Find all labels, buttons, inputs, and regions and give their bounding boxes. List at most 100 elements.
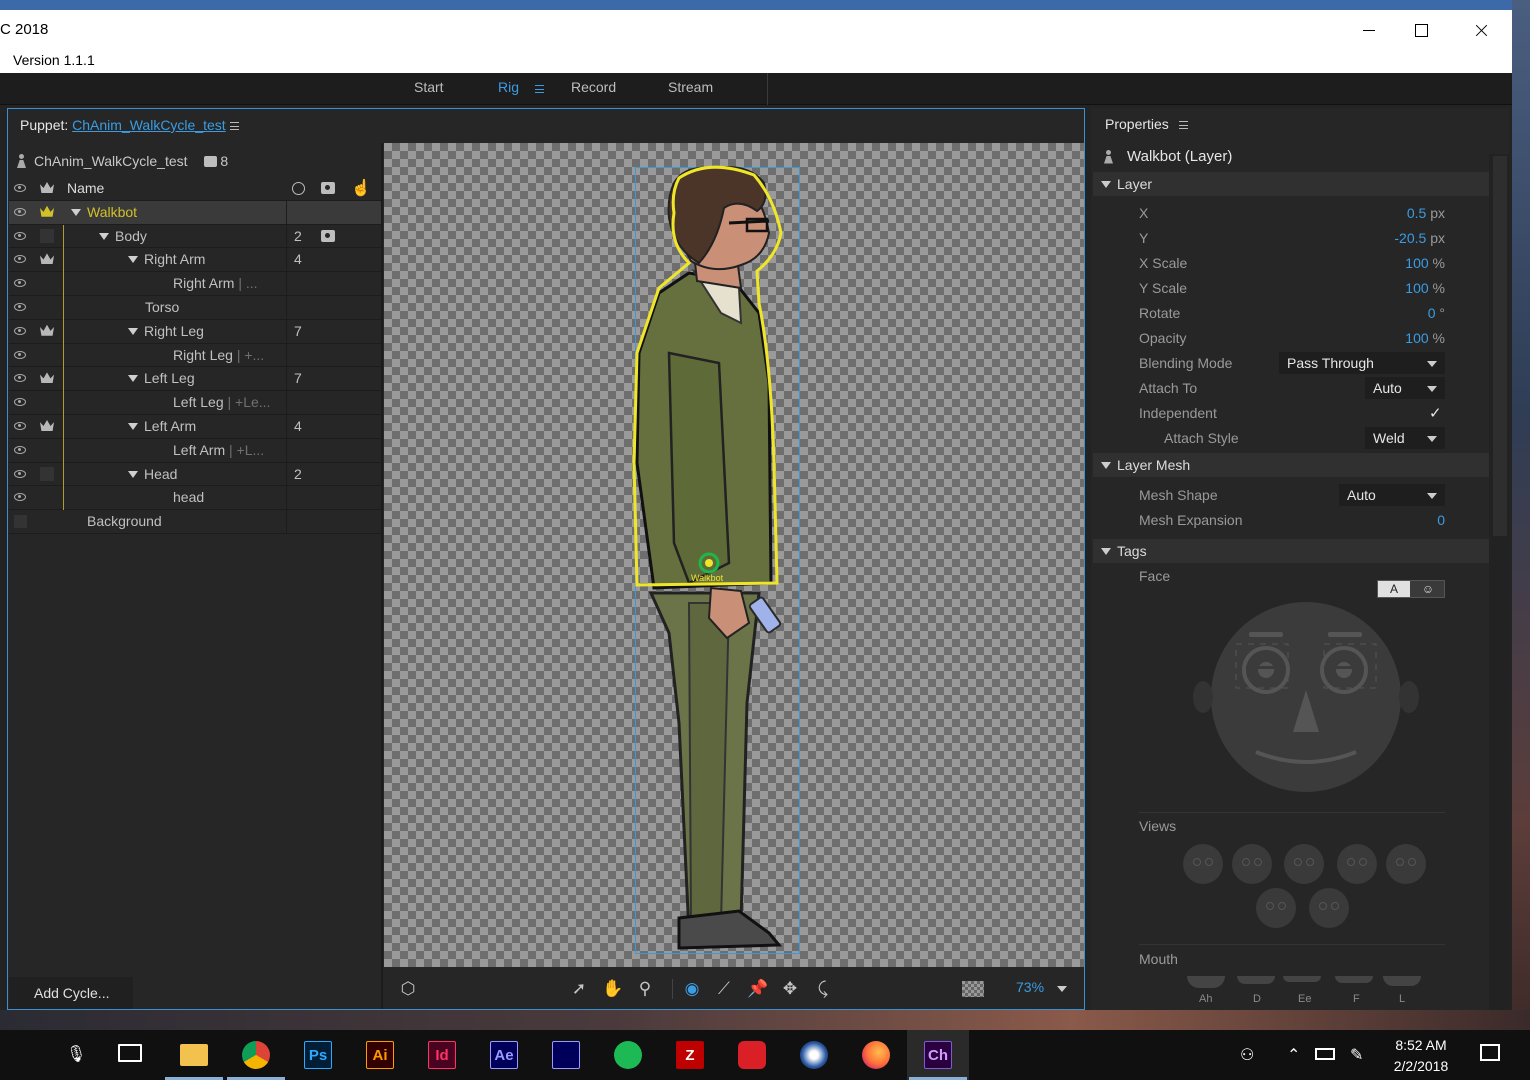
layer-row-body[interactable]: Body 2 [9, 224, 381, 249]
view-face-icon[interactable] [1309, 888, 1349, 928]
expand-triangle-icon[interactable] [128, 256, 138, 264]
crown-icon[interactable] [40, 253, 54, 265]
task-view-icon[interactable] [118, 1044, 142, 1062]
layer-row-left-leg[interactable]: Left Leg | +Le... [9, 391, 381, 416]
close-button[interactable] [1458, 16, 1504, 44]
taskbar-premiere[interactable] [535, 1030, 597, 1080]
collapse-triangle-icon[interactable] [1101, 181, 1111, 188]
view-face-icon[interactable] [1337, 844, 1377, 884]
puppet-link[interactable]: ChAnim_WalkCycle_test [72, 117, 226, 133]
eye-icon[interactable] [14, 350, 26, 359]
layer-row-background[interactable]: Background [9, 510, 381, 534]
panel-menu-icon[interactable] [230, 122, 239, 130]
eye-icon[interactable] [14, 469, 26, 478]
tab-rig[interactable]: Rig [498, 79, 519, 95]
layer-row-torso[interactable]: Torso [9, 295, 381, 320]
chevron-up-icon[interactable]: ⌃ [1287, 1045, 1300, 1065]
taskbar-file-explorer[interactable] [163, 1030, 225, 1080]
attach-to-select[interactable]: Auto [1365, 377, 1445, 399]
layer-row-right-arm[interactable]: Right Arm | ... [9, 272, 381, 297]
battery-icon[interactable] [1315, 1048, 1335, 1060]
crown-placeholder[interactable] [40, 228, 54, 243]
taskbar-cinema4d[interactable] [783, 1030, 845, 1080]
layer-row-head[interactable]: head [9, 486, 381, 511]
minimize-button[interactable] [1346, 16, 1392, 44]
eye-icon[interactable] [14, 398, 26, 407]
taskbar-filezilla[interactable]: Z [659, 1030, 721, 1080]
face-toggle[interactable]: A ☺ [1377, 580, 1445, 598]
x-scale-value[interactable]: 100 % [1405, 255, 1445, 271]
mouth-shape-icon[interactable] [1187, 976, 1225, 988]
layer-row-right-leg[interactable]: Right Leg | +... [9, 343, 381, 368]
crown-placeholder[interactable] [40, 466, 54, 481]
collapse-triangle-icon[interactable] [1101, 548, 1111, 555]
clock[interactable]: 8:52 AM 2/2/2018 [1380, 1035, 1462, 1077]
eye-icon[interactable] [14, 255, 26, 264]
y-value[interactable]: -20.5 px [1394, 230, 1445, 246]
taskbar-spotify[interactable] [597, 1030, 659, 1080]
eye-placeholder[interactable] [14, 515, 27, 529]
view-face-icon[interactable] [1232, 844, 1272, 884]
expand-triangle-icon[interactable] [128, 375, 138, 383]
rig-menu-icon[interactable] [535, 85, 544, 93]
opacity-value[interactable]: 100 % [1405, 330, 1445, 346]
expand-triangle-icon[interactable] [128, 422, 138, 430]
tab-start[interactable]: Start [414, 79, 444, 95]
mouth-shape-icon[interactable] [1335, 976, 1373, 983]
select-tool-icon[interactable]: ➚ [569, 979, 589, 999]
taskbar-character-animator[interactable]: Ch [907, 1030, 969, 1080]
handle-tool-icon[interactable]: ✥ [780, 979, 800, 999]
blending-mode-select[interactable]: Pass Through [1279, 352, 1445, 374]
rotate-value[interactable]: 0 ° [1428, 305, 1445, 321]
taskbar-firefox[interactable] [845, 1030, 907, 1080]
taskbar-creative-cloud[interactable] [721, 1030, 783, 1080]
eye-icon[interactable] [14, 421, 26, 430]
taskbar-photoshop[interactable]: Ps [287, 1030, 349, 1080]
y-scale-value[interactable]: 100 % [1405, 280, 1445, 296]
expand-triangle-icon[interactable] [128, 470, 138, 478]
layer-row-left-leg-group[interactable]: Left Leg 7 [9, 367, 381, 392]
expand-triangle-icon[interactable] [71, 208, 81, 216]
mouth-shape-icon[interactable] [1237, 976, 1275, 984]
pin-tool-icon[interactable]: 📌 [747, 979, 768, 999]
section-layer[interactable]: Layer [1093, 172, 1489, 196]
people-icon[interactable]: ⚇ [1240, 1045, 1254, 1065]
crown-icon[interactable] [40, 324, 54, 336]
origin-tool-icon[interactable]: ◉ [682, 979, 702, 999]
mouth-shape-icon[interactable] [1383, 976, 1421, 986]
mouth-shape-icon[interactable] [1283, 976, 1321, 982]
layer-row-left-arm[interactable]: Left Arm | +L... [9, 438, 381, 463]
microphone-icon[interactable]: 🎙 [66, 1044, 86, 1064]
view-face-icon[interactable] [1386, 844, 1426, 884]
layer-row-head-group[interactable]: Head 2 [9, 462, 381, 487]
eye-icon[interactable] [14, 374, 26, 383]
notifications-icon[interactable] [1480, 1044, 1500, 1061]
tab-stream[interactable]: Stream [668, 79, 713, 95]
eye-icon[interactable] [14, 493, 26, 502]
layer-row-right-leg-group[interactable]: Right Leg 7 [9, 319, 381, 344]
eye-icon[interactable] [14, 279, 26, 288]
eye-icon[interactable] [14, 302, 26, 311]
taskbar-after-effects[interactable]: Ae [473, 1030, 535, 1080]
zoom-dropdown-icon[interactable] [1057, 986, 1067, 992]
x-value[interactable]: 0.5 px [1407, 205, 1445, 221]
taskbar-indesign[interactable]: Id [411, 1030, 473, 1080]
puppet-character[interactable]: Walkbot [629, 163, 809, 963]
pen-icon[interactable]: ✎ [1350, 1045, 1363, 1065]
face-toggle-a[interactable]: A [1378, 581, 1410, 597]
layer-row-walkbot[interactable]: Walkbot [9, 200, 381, 225]
mesh-shape-select[interactable]: Auto [1339, 484, 1445, 506]
eye-icon[interactable] [14, 231, 26, 240]
name-column-header[interactable]: Name [67, 180, 104, 196]
eye-icon[interactable] [14, 445, 26, 454]
tab-record[interactable]: Record [571, 79, 616, 95]
scrollbar-thumb[interactable] [1493, 156, 1507, 536]
face-tag-diagram[interactable] [1191, 602, 1421, 792]
expand-triangle-icon[interactable] [99, 232, 109, 240]
rig-canvas[interactable]: Walkbot [384, 143, 1084, 967]
taskbar-chrome[interactable] [225, 1030, 287, 1080]
layer-row-left-arm-group[interactable]: Left Arm 4 [9, 414, 381, 439]
view-face-icon[interactable] [1284, 844, 1324, 884]
eye-icon[interactable] [14, 326, 26, 335]
zoom-level[interactable]: 73% [1016, 979, 1044, 995]
